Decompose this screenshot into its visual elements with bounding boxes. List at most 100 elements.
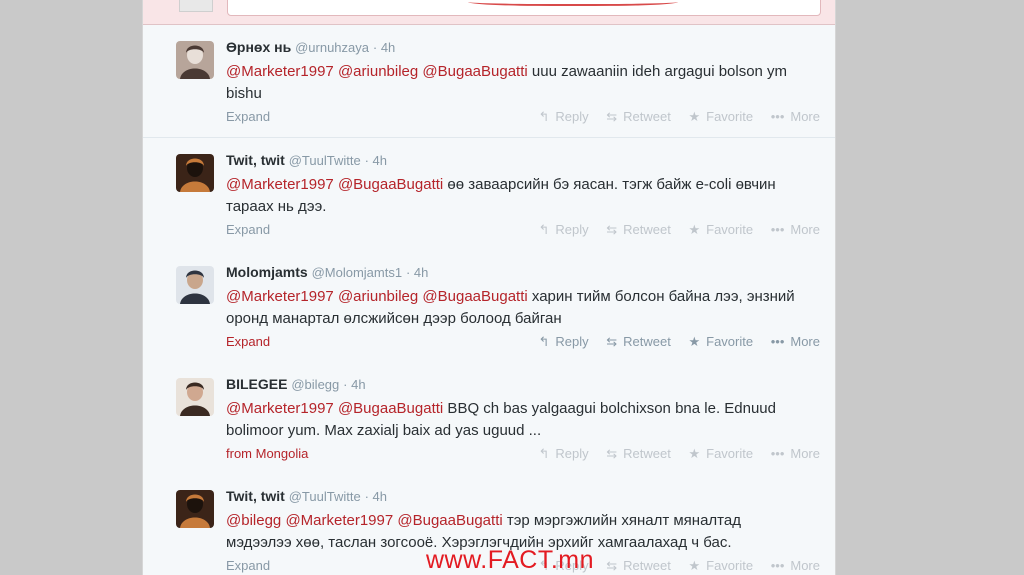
- more-label: More: [790, 446, 820, 461]
- separator-dot: ·: [372, 40, 381, 55]
- timestamp[interactable]: 4h: [351, 377, 365, 392]
- mention-link[interactable]: @BugaaBugatti: [422, 63, 527, 80]
- tweet-text: @Marketer1997 @ariunbileg @BugaaBugatti …: [226, 61, 806, 105]
- mention-link[interactable]: @BugaaBugatti: [422, 288, 527, 305]
- favorite-label: Favorite: [706, 558, 754, 573]
- tweet-header: BILEGEE @bilegg · 4h: [226, 376, 366, 392]
- mention-link[interactable]: @Marketer1997: [285, 512, 393, 529]
- favorite-label: Favorite: [706, 222, 754, 237]
- tweet-compose-area: [143, 0, 835, 25]
- mention-link[interactable]: @Marketer1997: [226, 400, 334, 417]
- star-icon: ★: [688, 109, 701, 124]
- timestamp[interactable]: 4h: [414, 265, 428, 280]
- compose-input[interactable]: [227, 0, 821, 16]
- timestamp[interactable]: 4h: [381, 40, 395, 55]
- mention-link[interactable]: @Marketer1997: [226, 176, 334, 193]
- retweet-label: Retweet: [623, 446, 671, 461]
- reply-arrow-icon: ↰: [538, 222, 550, 237]
- tweet[interactable]: Molomjamts @Molomjamts1 · 4h @Marketer19…: [143, 250, 835, 363]
- display-name[interactable]: Twit, twit: [226, 152, 285, 168]
- tweet-actions: ↰ Reply ⇆ Retweet ★ Favorite ••• More: [524, 109, 820, 125]
- favorite-button[interactable]: ★ Favorite: [688, 446, 753, 462]
- expand-link[interactable]: Expand: [226, 222, 270, 237]
- more-dots-icon: •••: [770, 334, 785, 349]
- retweet-label: Retweet: [623, 334, 671, 349]
- retweet-icon: ⇆: [606, 222, 618, 237]
- avatar[interactable]: [176, 154, 214, 192]
- more-button[interactable]: ••• More: [771, 446, 820, 461]
- tweet[interactable]: Twit, twit @TuulTwitte · 4h @Marketer199…: [143, 138, 835, 251]
- avatar[interactable]: [176, 490, 214, 528]
- reply-label: Reply: [555, 222, 589, 237]
- reply-button[interactable]: ↰ Reply: [538, 334, 588, 350]
- mention-link[interactable]: @BugaaBugatti: [338, 176, 443, 193]
- separator-dot: ·: [343, 377, 352, 392]
- avatar[interactable]: [176, 266, 214, 304]
- more-dots-icon: •••: [770, 446, 785, 461]
- username[interactable]: @bilegg: [291, 377, 339, 392]
- retweet-icon: ⇆: [606, 109, 618, 124]
- retweet-button[interactable]: ⇆ Retweet: [606, 446, 671, 462]
- reply-button[interactable]: ↰ Reply: [538, 446, 588, 462]
- mention-link[interactable]: @ariunbileg: [338, 63, 418, 80]
- more-label: More: [790, 109, 820, 124]
- tweet[interactable]: Өрнөх нь @urnuhzaya · 4h @Marketer1997 @…: [143, 25, 835, 138]
- username[interactable]: @TuulTwitte: [289, 153, 361, 168]
- more-dots-icon: •••: [770, 109, 785, 124]
- retweet-button[interactable]: ⇆ Retweet: [606, 109, 671, 125]
- mention-link[interactable]: @bilegg: [226, 512, 281, 529]
- expand-link[interactable]: Expand: [226, 109, 270, 124]
- retweet-button[interactable]: ⇆ Retweet: [606, 334, 671, 350]
- avatar[interactable]: [176, 41, 214, 79]
- mention-link[interactable]: @Marketer1997: [226, 63, 334, 80]
- display-name[interactable]: Twit, twit: [226, 488, 285, 504]
- timestamp[interactable]: 4h: [373, 153, 387, 168]
- star-icon: ★: [688, 446, 701, 461]
- tweet[interactable]: BILEGEE @bilegg · 4h @Marketer1997 @Buga…: [143, 362, 835, 475]
- mention-link[interactable]: @ariunbileg: [338, 288, 418, 305]
- mention-link[interactable]: @BugaaBugatti: [397, 512, 502, 529]
- tweet-text: @Marketer1997 @ariunbileg @BugaaBugatti …: [226, 286, 806, 330]
- display-name[interactable]: Өрнөх нь: [226, 39, 291, 55]
- star-icon: ★: [688, 222, 701, 237]
- more-button[interactable]: ••• More: [771, 334, 820, 349]
- separator-dot: ·: [405, 265, 414, 280]
- reply-arrow-icon: ↰: [538, 109, 550, 124]
- tweet-text: @Marketer1997 @BugaaBugatti BBQ ch bas y…: [226, 398, 806, 442]
- retweet-button[interactable]: ⇆ Retweet: [606, 222, 671, 238]
- favorite-button[interactable]: ★ Favorite: [688, 222, 753, 238]
- favorite-button[interactable]: ★ Favorite: [688, 334, 753, 350]
- retweet-label: Retweet: [623, 558, 671, 573]
- more-button[interactable]: ••• More: [771, 222, 820, 237]
- mention-link[interactable]: @BugaaBugatti: [338, 400, 443, 417]
- avatar[interactable]: [176, 378, 214, 416]
- tweet-header: Twit, twit @TuulTwitte · 4h: [226, 488, 387, 504]
- favorite-button[interactable]: ★ Favorite: [688, 109, 753, 125]
- retweet-button[interactable]: ⇆ Retweet: [606, 558, 671, 574]
- username[interactable]: @TuulTwitte: [289, 489, 361, 504]
- more-button[interactable]: ••• More: [771, 109, 820, 124]
- more-label: More: [790, 222, 820, 237]
- username[interactable]: @urnuhzaya: [295, 40, 369, 55]
- favorite-button[interactable]: ★ Favorite: [688, 558, 753, 574]
- more-button[interactable]: ••• More: [771, 558, 820, 573]
- mention-link[interactable]: @Marketer1997: [226, 288, 334, 305]
- expand-link[interactable]: Expand: [226, 334, 270, 349]
- more-label: More: [790, 334, 820, 349]
- expand-link[interactable]: Expand: [226, 558, 270, 573]
- tweet-header: Molomjamts @Molomjamts1 · 4h: [226, 264, 428, 280]
- reply-label: Reply: [555, 446, 589, 461]
- reply-button[interactable]: ↰ Reply: [538, 222, 588, 238]
- redacted-scribble: [468, 0, 678, 6]
- timestamp[interactable]: 4h: [373, 489, 387, 504]
- username[interactable]: @Molomjamts1: [312, 265, 403, 280]
- retweet-icon: ⇆: [606, 558, 618, 573]
- expand-link[interactable]: from Mongolia: [226, 446, 308, 461]
- watermark: www.FACT.mn: [426, 546, 595, 574]
- reply-button[interactable]: ↰ Reply: [538, 109, 588, 125]
- favorite-label: Favorite: [706, 109, 754, 124]
- display-name[interactable]: Molomjamts: [226, 264, 308, 280]
- display-name[interactable]: BILEGEE: [226, 376, 287, 392]
- reply-label: Reply: [555, 334, 589, 349]
- compose-avatar: [179, 0, 213, 12]
